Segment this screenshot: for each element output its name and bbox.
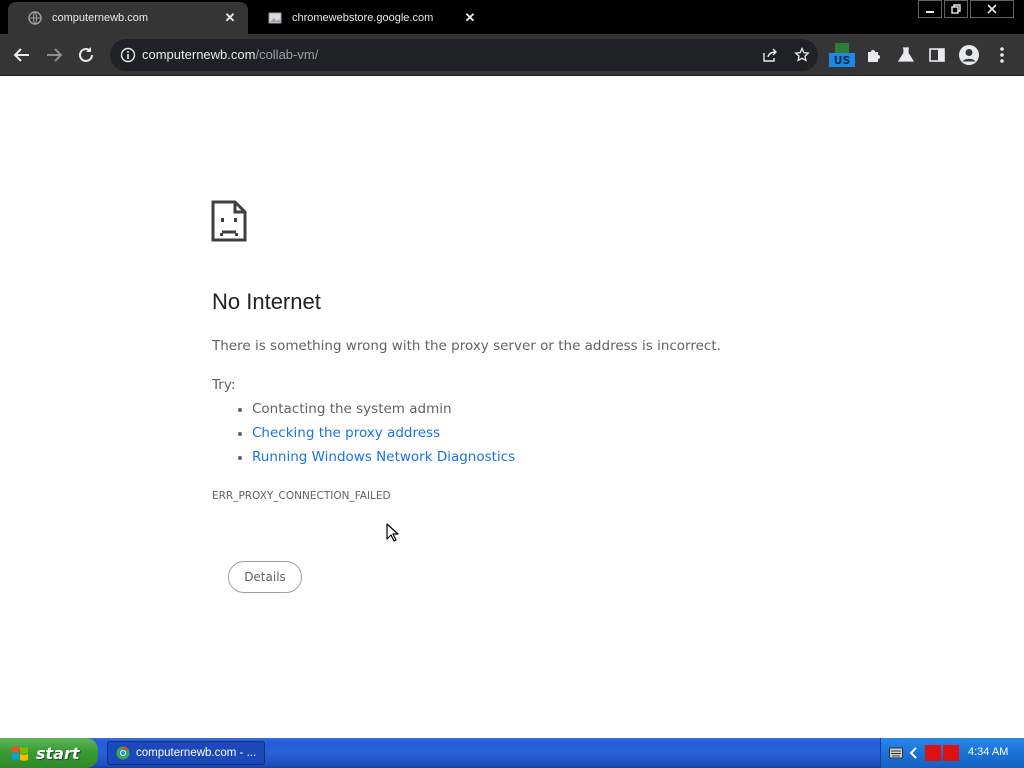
tab-close-icon[interactable]: ✕ [462,10,478,26]
tray-app-red-icon[interactable] [943,745,959,761]
tab-strip: computernewb.com ✕ chromewebstore.google… [0,0,1024,34]
tab-title: chromewebstore.google.com [292,12,434,24]
try-label: Try: [212,377,236,393]
start-label: start [36,743,80,763]
side-panel-icon[interactable] [921,39,953,71]
keyboard-icon[interactable] [889,747,903,759]
address-url: computernewb.com/collab-vm/ [142,47,318,62]
image-icon [268,11,282,25]
reload-icon[interactable] [70,39,102,71]
tab-close-icon[interactable]: ✕ [222,10,238,26]
details-button[interactable]: Details [228,561,302,593]
mouse-cursor-icon [386,523,400,547]
extensions-puzzle-icon[interactable] [858,39,890,71]
browser-toolbar: computernewb.com/collab-vm/ US [0,34,1024,76]
page-content: No Internet There is something wrong wit… [0,77,1024,738]
address-host: computernewb.com [142,47,256,62]
taskbar: start computernewb.com - ... 4:34 AM [0,738,1024,768]
error-code: ERR_PROXY_CONNECTION_FAILED [212,490,391,502]
share-icon[interactable] [754,39,786,71]
error-heading: No Internet [212,289,321,314]
menu-kebab-icon[interactable] [986,39,1018,71]
windows-logo-icon [12,746,28,761]
start-button[interactable]: start [0,738,98,768]
suggestion-list: Contacting the system admin Checking the… [212,397,515,469]
tab-chromewebstore[interactable]: chromewebstore.google.com ✕ [248,2,488,34]
suggestion-check-proxy-link[interactable]: Checking the proxy address [237,421,515,445]
site-info-icon[interactable] [112,39,144,71]
tray-app-red-icon[interactable] [925,745,941,761]
sad-page-icon [211,200,247,246]
suggestion-contact-admin: Contacting the system admin [237,397,515,421]
extension-badge-text: US [834,54,851,67]
forward-icon[interactable] [38,39,70,71]
globe-icon [28,11,42,25]
bookmark-star-icon[interactable] [786,39,818,71]
tab-title: computernewb.com [52,12,148,24]
address-bar[interactable]: computernewb.com/collab-vm/ [110,39,818,71]
taskbar-item-chrome[interactable]: computernewb.com - ... [107,741,265,765]
clock[interactable]: 4:34 AM [968,746,1008,758]
taskbar-item-label: computernewb.com - ... [136,747,257,759]
show-hidden-icons-chevron-icon[interactable] [909,747,919,759]
restore-icon[interactable] [944,0,968,18]
suggestion-network-diagnostics-link[interactable]: Running Windows Network Diagnostics [237,445,515,469]
minimize-icon[interactable] [918,0,942,18]
error-description: There is something wrong with the proxy … [212,338,721,354]
back-icon[interactable] [6,39,38,71]
address-path: /collab-vm/ [255,47,319,62]
close-window-icon[interactable] [970,0,1014,18]
labs-flask-icon[interactable] [890,39,922,71]
chrome-icon [116,746,130,760]
window-controls [918,0,1014,18]
system-tray: 4:34 AM [880,738,1024,768]
tab-computernewb[interactable]: computernewb.com ✕ [8,2,248,34]
extension-us-icon[interactable]: US [826,39,858,71]
profile-avatar-icon[interactable] [953,39,985,71]
